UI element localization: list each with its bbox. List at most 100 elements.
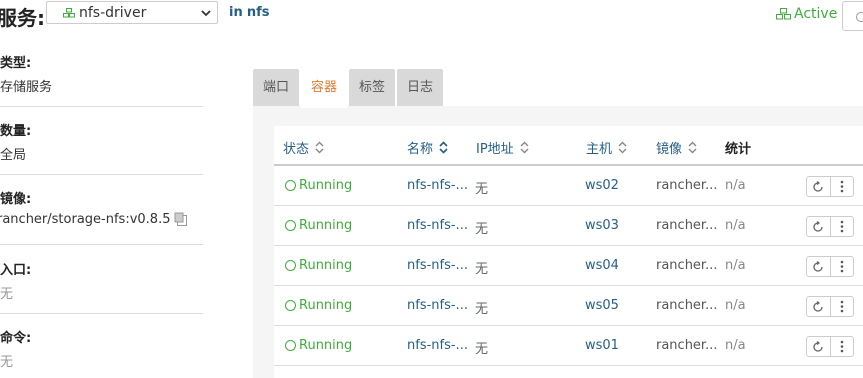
service-label: 服务: xyxy=(0,6,45,30)
image-cell: rancher... xyxy=(656,258,718,273)
restart-button[interactable] xyxy=(807,337,830,356)
host-link[interactable]: ws02 xyxy=(585,178,619,193)
more-actions-button[interactable] xyxy=(829,337,853,356)
tab-bar: 端口 容器 标签 日志 xyxy=(253,69,445,108)
host-link[interactable]: ws04 xyxy=(585,258,619,273)
state-text: Running xyxy=(299,338,353,353)
divider xyxy=(0,106,203,107)
row-actions xyxy=(806,256,854,277)
divider xyxy=(0,313,203,314)
service-select-value: nfs-driver xyxy=(79,4,147,21)
divider xyxy=(0,244,203,245)
image-cell: rancher... xyxy=(656,178,718,193)
info-image-row: rancher/storage-nfs:v0.8.5 xyxy=(0,212,203,227)
info-value: 无 xyxy=(0,355,14,370)
image-cell: rancher... xyxy=(656,218,718,233)
info-value: 存储服务 xyxy=(0,80,53,95)
sort-icon xyxy=(618,141,627,154)
action-menu-button[interactable] xyxy=(842,1,863,31)
column-header-image[interactable]: 镜像 xyxy=(656,138,697,157)
host-link[interactable]: ws01 xyxy=(585,338,619,353)
info-label: 类型: xyxy=(0,56,32,71)
container-name-link[interactable]: nfs-nfs-... xyxy=(407,218,468,233)
info-scale: 数量: 全局 xyxy=(0,120,203,163)
row-actions xyxy=(806,296,854,317)
state-cell: Running xyxy=(285,178,352,193)
more-actions-button[interactable] xyxy=(829,297,853,316)
row-actions xyxy=(806,176,854,197)
circle-icon xyxy=(856,12,863,22)
kebab-icon xyxy=(840,260,844,273)
restart-button[interactable] xyxy=(807,257,830,276)
info-image: 镜像: rancher/storage-nfs:v0.8.5 xyxy=(0,188,203,227)
state-text: Running xyxy=(299,178,353,193)
kebab-icon xyxy=(840,220,844,233)
more-actions-button[interactable] xyxy=(829,257,853,276)
state-cell: Running xyxy=(285,338,352,353)
column-header-label: 状态 xyxy=(283,142,310,157)
divider xyxy=(0,174,203,175)
more-actions-button[interactable] xyxy=(829,177,853,196)
stack-link-group: in nfs xyxy=(229,5,270,20)
table-row: Running nfs-nfs-... 无 ws05 rancher... n/… xyxy=(274,286,863,326)
image-cell: rancher... xyxy=(656,338,718,353)
column-header-ip[interactable]: IP地址 xyxy=(476,138,529,157)
column-header-name[interactable]: 名称 xyxy=(407,138,448,157)
column-header-label: 统计 xyxy=(725,142,752,157)
stats-cell: n/a xyxy=(725,178,746,193)
info-label: 入口: xyxy=(0,263,32,278)
copy-icon[interactable] xyxy=(174,212,188,227)
restart-button[interactable] xyxy=(807,217,830,236)
column-header-host[interactable]: 主机 xyxy=(586,138,627,157)
restart-icon xyxy=(813,220,824,232)
table-row: Running nfs-nfs-... 无 ws01 rancher... n/… xyxy=(274,326,863,366)
kebab-icon xyxy=(840,300,844,313)
restart-button[interactable] xyxy=(807,177,830,196)
running-icon xyxy=(285,300,296,311)
container-name-link[interactable]: nfs-nfs-... xyxy=(407,338,468,353)
column-header-label: IP地址 xyxy=(476,142,514,157)
sort-icon xyxy=(315,141,324,154)
service-state-text: Active xyxy=(794,6,838,22)
image-cell: rancher... xyxy=(656,298,718,313)
ip-cell: 无 xyxy=(475,262,489,277)
kebab-icon xyxy=(840,180,844,193)
row-actions xyxy=(806,216,854,237)
column-header-label: 名称 xyxy=(407,142,434,157)
chevron-down-icon xyxy=(201,10,211,17)
state-cell: Running xyxy=(285,218,352,233)
tab-labels[interactable]: 标签 xyxy=(349,69,396,106)
host-link[interactable]: ws03 xyxy=(585,218,619,233)
in-word: in xyxy=(229,5,243,20)
running-icon xyxy=(285,340,296,351)
service-detail-page: 服务: nfs-driver in nfs Active 类型: 存储服务 数量… xyxy=(0,0,863,378)
restart-icon xyxy=(813,180,824,192)
tab-containers[interactable]: 容器 xyxy=(301,69,348,108)
state-text: Running xyxy=(299,298,353,313)
tab-ports[interactable]: 端口 xyxy=(253,69,300,106)
container-name-link[interactable]: nfs-nfs-... xyxy=(407,298,468,313)
stack-link[interactable]: nfs xyxy=(247,5,270,20)
info-value: 全局 xyxy=(0,148,27,163)
column-header-state[interactable]: 状态 xyxy=(283,138,324,157)
info-command: 命令: 无 xyxy=(0,327,203,370)
service-state-badge: Active xyxy=(776,6,837,22)
state-text: Running xyxy=(299,218,353,233)
sort-icon xyxy=(688,141,697,154)
info-value: rancher/storage-nfs:v0.8.5 xyxy=(0,212,171,227)
host-link[interactable]: ws05 xyxy=(585,298,619,313)
restart-button[interactable] xyxy=(807,297,830,316)
restart-icon xyxy=(813,260,824,272)
column-header-label: 主机 xyxy=(586,142,613,157)
state-cell: Running xyxy=(285,298,352,313)
ip-cell: 无 xyxy=(475,222,489,237)
tab-logs[interactable]: 日志 xyxy=(397,69,444,106)
table-row: Running nfs-nfs-... 无 ws03 rancher... n/… xyxy=(274,206,863,246)
service-select[interactable]: nfs-driver xyxy=(46,1,218,24)
sort-icon xyxy=(520,141,529,154)
ip-cell: 无 xyxy=(475,342,489,357)
container-name-link[interactable]: nfs-nfs-... xyxy=(407,258,468,273)
ip-cell: 无 xyxy=(475,182,489,197)
more-actions-button[interactable] xyxy=(829,217,853,236)
container-name-link[interactable]: nfs-nfs-... xyxy=(407,178,468,193)
